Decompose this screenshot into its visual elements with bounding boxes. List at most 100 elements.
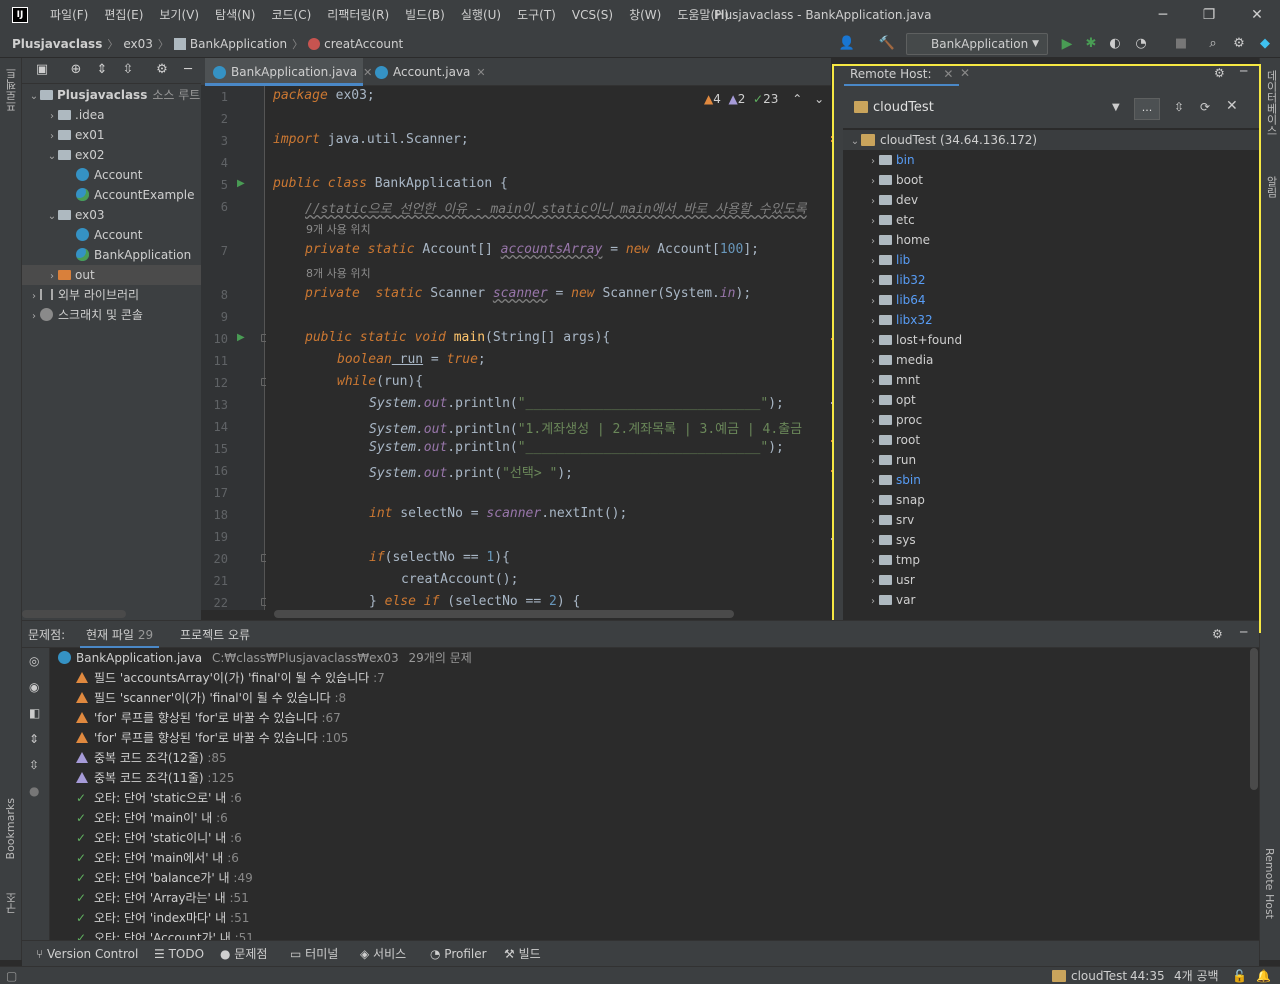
hide-panel-icon[interactable]: ─: [180, 62, 196, 78]
remote-dir-item[interactable]: › mnt: [843, 370, 1259, 390]
line-number[interactable]: 19: [198, 530, 228, 544]
tree-item[interactable]: ⌄ ex03: [22, 205, 201, 225]
remote-dir-item[interactable]: › dev: [843, 190, 1259, 210]
chevron-right-icon[interactable]: ›: [867, 512, 879, 532]
chevron-right-icon[interactable]: ›: [867, 312, 879, 332]
build-hammer-icon[interactable]: 🔨: [878, 35, 896, 53]
close-tab-icon[interactable]: ✕: [943, 67, 953, 81]
line-number[interactable]: 22: [198, 596, 228, 610]
panel-toggle-icon[interactable]: ▢: [6, 967, 17, 984]
chevron-right-icon[interactable]: ›: [867, 432, 879, 452]
tool-version-control[interactable]: ⑂ Version Control: [36, 941, 138, 967]
remote-dir-item[interactable]: › libx32: [843, 310, 1259, 330]
problem-row[interactable]: 'for' 루프를 향상된 'for'로 바꿀 수 있습니다 :67: [76, 708, 341, 728]
run-icon[interactable]: ▶: [1058, 35, 1076, 53]
tool-terminal[interactable]: ▭ 터미널: [290, 941, 338, 967]
preview-icon[interactable]: ◧: [29, 706, 40, 720]
user-icon[interactable]: 👤: [838, 35, 856, 53]
menu-code[interactable]: 코드(C): [263, 0, 319, 30]
refresh-icon[interactable]: ⟳: [1200, 100, 1210, 114]
chevron-right-icon[interactable]: ›: [867, 472, 879, 492]
chevron-right-icon[interactable]: ›: [867, 552, 879, 572]
code-editor[interactable]: package ex03; import java.util.Scanner; …: [266, 86, 832, 610]
menu-build[interactable]: 빌드(B): [397, 0, 453, 30]
close-icon[interactable]: ✕: [960, 66, 970, 80]
tree-item[interactable]: AccountExample: [22, 185, 201, 205]
close-window-icon[interactable]: ✕: [1234, 0, 1280, 30]
debug-icon[interactable]: ✱: [1082, 35, 1100, 53]
tree-item[interactable]: › out: [22, 265, 201, 285]
tool-services[interactable]: ◈ 서비스: [360, 941, 406, 967]
hide-panel-icon[interactable]: ─: [1240, 625, 1247, 639]
intellij-logo-icon[interactable]: IJ: [12, 7, 28, 23]
line-number[interactable]: 8: [198, 288, 228, 302]
remote-host-tool-button[interactable]: Remote Host: [1263, 848, 1276, 919]
line-number[interactable]: 13: [198, 398, 228, 412]
line-number[interactable]: 2: [198, 112, 228, 126]
editor-horizontal-scrollbar[interactable]: [274, 610, 734, 618]
chevron-right-icon[interactable]: ›: [867, 372, 879, 392]
remote-root-item[interactable]: ⌄ cloudTest (34.64.136.172): [843, 130, 1259, 150]
status-caret-position[interactable]: 44:35: [1130, 967, 1165, 984]
tree-item[interactable]: › ex01: [22, 125, 201, 145]
line-number[interactable]: 16: [198, 464, 228, 478]
chevron-right-icon[interactable]: ›: [867, 192, 879, 212]
tree-item[interactable]: Account: [22, 165, 201, 185]
lock-icon[interactable]: 🔓: [1232, 967, 1247, 984]
line-number[interactable]: 1: [198, 90, 228, 104]
profile-icon[interactable]: ◔: [1132, 35, 1150, 53]
inspection-widget[interactable]: ▲4 ▲2 ✓23 ⌃ ⌄: [704, 92, 824, 106]
menu-view[interactable]: 보기(V): [151, 0, 207, 30]
chevron-up-icon[interactable]: ⌃: [792, 92, 802, 106]
remote-dir-item[interactable]: › lib64: [843, 290, 1259, 310]
remote-dir-item[interactable]: › etc: [843, 210, 1259, 230]
chevron-right-icon[interactable]: ›: [867, 412, 879, 432]
jetbrains-toolbox-icon[interactable]: ◆: [1256, 35, 1274, 53]
menu-window[interactable]: 창(W): [621, 0, 669, 30]
remote-dir-item[interactable]: › root: [843, 430, 1259, 450]
settings-gear-icon[interactable]: ⚙: [1230, 35, 1248, 53]
bookmarks-tool-button[interactable]: Bookmarks: [4, 798, 17, 859]
run-config-dropdown[interactable]: BankApplication ▼: [906, 33, 1048, 55]
notifications-tool-button[interactable]: 알림: [1263, 176, 1279, 198]
line-number[interactable]: 3: [198, 134, 228, 148]
remote-dir-item[interactable]: › var: [843, 590, 1259, 610]
remote-dir-item[interactable]: › boot: [843, 170, 1259, 190]
usage-hint-scanner[interactable]: 8개 사용 위치: [306, 265, 371, 281]
tree-item[interactable]: ⌄ ex02: [22, 145, 201, 165]
project-view-icon[interactable]: ▣: [34, 62, 50, 78]
line-number[interactable]: 5: [198, 178, 228, 192]
line-number[interactable]: 12: [198, 376, 228, 390]
eye-icon[interactable]: ◉: [29, 680, 39, 694]
project-horizontal-scrollbar[interactable]: [22, 610, 126, 618]
chevron-right-icon[interactable]: ›: [46, 107, 58, 125]
chevron-down-icon[interactable]: ⌄: [46, 207, 58, 225]
notifications-icon[interactable]: 🔔: [1256, 967, 1271, 984]
problem-row[interactable]: ✓ 오타: 단어 'balance가' 내 :49: [76, 868, 253, 888]
menu-tools[interactable]: 도구(T): [509, 0, 564, 30]
gear-icon[interactable]: ⚙: [1214, 66, 1225, 80]
server-selector[interactable]: cloudTest: [854, 100, 934, 115]
bulb-icon[interactable]: ●: [29, 784, 39, 798]
remote-dir-item[interactable]: › bin: [843, 150, 1259, 170]
line-number[interactable]: 10: [198, 332, 228, 346]
menu-run[interactable]: 실행(U): [453, 0, 509, 30]
chevron-right-icon[interactable]: ›: [867, 492, 879, 512]
more-button[interactable]: ...: [1134, 98, 1160, 120]
problem-row[interactable]: ✓ 오타: 단어 'index마다' 내 :51: [76, 908, 249, 928]
remote-dir-item[interactable]: › lost+found: [843, 330, 1259, 350]
line-number[interactable]: 20: [198, 552, 228, 566]
database-tool-button[interactable]: 데이터베이스: [1263, 70, 1279, 136]
breadcrumb-method[interactable]: creatAccount: [308, 37, 403, 51]
tree-item[interactable]: › .idea: [22, 105, 201, 125]
menu-file[interactable]: 파일(F): [42, 0, 96, 30]
menu-refactor[interactable]: 리팩터링(R): [319, 0, 397, 30]
remote-dir-item[interactable]: › run: [843, 450, 1259, 470]
close-tab-icon[interactable]: ✕: [476, 66, 485, 79]
structure-tool-button[interactable]: 구조: [4, 892, 20, 914]
disconnect-icon[interactable]: ✕: [1226, 98, 1238, 114]
chevron-right-icon[interactable]: ›: [867, 332, 879, 352]
problem-row[interactable]: 'for' 루프를 향상된 'for'로 바꿀 수 있습니다 :105: [76, 728, 348, 748]
usage-hint-accounts[interactable]: 9개 사용 위치: [306, 221, 371, 237]
chevron-right-icon[interactable]: ›: [867, 392, 879, 412]
